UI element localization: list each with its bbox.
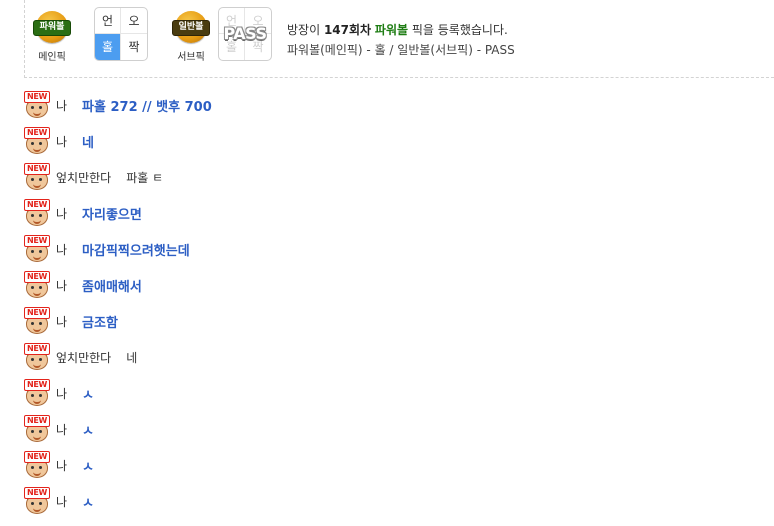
user-avatar-icon[interactable]: NEW <box>24 415 52 443</box>
user-avatar-icon[interactable]: NEW <box>24 199 52 227</box>
user-avatar-icon[interactable]: NEW <box>24 379 52 407</box>
chat-message: NEW 나 ㅅ <box>24 447 764 483</box>
main-grid-over: 오 <box>121 8 147 34</box>
chat-message-text: ㅅ <box>82 495 95 511</box>
chat-message-text: 좀애매해서 <box>82 279 142 295</box>
user-avatar-icon[interactable]: NEW <box>24 127 52 155</box>
chat-nickname[interactable]: 나 <box>56 385 67 402</box>
powerball-icon: 파워볼 <box>33 11 71 43</box>
chat-nickname[interactable]: 나 <box>56 205 67 222</box>
chat-nickname[interactable]: 나 <box>56 421 67 438</box>
user-avatar-icon[interactable]: NEW <box>24 343 52 371</box>
chat-message-text: 네 <box>82 135 95 151</box>
new-badge: NEW <box>24 343 51 355</box>
pick-game-name: 파워볼 <box>374 23 409 37</box>
user-avatar-icon[interactable]: NEW <box>24 91 52 119</box>
chat-nickname[interactable]: 나 <box>56 97 67 114</box>
chat-message: NEW 나 금조함 <box>24 303 764 339</box>
chat-message-text: 금조함 <box>82 315 118 331</box>
main-grid-under: 언 <box>95 8 121 34</box>
main-pick-grid: 언 오 홀 짝 <box>94 7 148 61</box>
new-badge: NEW <box>24 487 51 499</box>
pick-message-prefix: 방장이 <box>287 23 324 37</box>
chat-message-list: NEW 나 파홀 272 // 뱃후 700 NEW 나 네 NEW 엎치만한다 파홀 ㅌ NEW… <box>24 87 764 519</box>
chat-nickname[interactable]: 엎치만한다 <box>56 349 111 366</box>
chat-message: NEW 나 좀애매해서 <box>24 267 764 303</box>
new-badge: NEW <box>24 91 51 103</box>
new-badge: NEW <box>24 163 51 175</box>
chat-nickname[interactable]: 나 <box>56 457 67 474</box>
chat-message-text: 네 <box>126 350 138 365</box>
chat-message: NEW 엎치만한다 네 <box>24 339 764 375</box>
main-grid-odd-selected: 홀 <box>95 34 121 60</box>
chat-nickname[interactable]: 나 <box>56 133 67 150</box>
chat-message: NEW 나 ㅅ <box>24 375 764 411</box>
chat-nickname[interactable]: 엎치만한다 <box>56 169 111 186</box>
chat-message-text: 파홀 272 // 뱃후 700 <box>82 99 212 115</box>
chat-message-text: ㅅ <box>82 387 95 403</box>
pick-message-suffix: 픽을 등록했습니다. <box>408 23 508 37</box>
chat-message-text: 마감픽찍으려햇는데 <box>82 243 190 259</box>
chat-message: NEW 엎치만한다 파홀 ㅌ <box>24 159 764 195</box>
chat-message-text: ㅅ <box>82 459 95 475</box>
chat-message: NEW 나 마감픽찍으려햇는데 <box>24 231 764 267</box>
chat-nickname[interactable]: 나 <box>56 313 67 330</box>
chat-message: NEW 나 ㅅ <box>24 411 764 447</box>
pick-message-detail: 파워볼(메인픽) - 홀 / 일반볼(서브픽) - PASS <box>287 43 515 57</box>
new-badge: NEW <box>24 127 51 139</box>
user-avatar-icon[interactable]: NEW <box>24 271 52 299</box>
chat-message: NEW 나 자리좋으면 <box>24 195 764 231</box>
pick-round: 147회차 <box>323 23 372 37</box>
chat-message-text: 자리좋으면 <box>82 207 142 223</box>
pick-message: 방장이 147회차 파워볼 픽을 등록했습니다. 파워볼(메인픽) - 홀 / … <box>287 20 515 60</box>
user-avatar-icon[interactable]: NEW <box>24 307 52 335</box>
chat-nickname[interactable]: 나 <box>56 241 67 258</box>
main-pick-ball-label: 파워볼 <box>33 20 71 36</box>
new-badge: NEW <box>24 379 51 391</box>
chat-message: NEW 나 파홀 272 // 뱃후 700 <box>24 87 764 123</box>
normal-ball-icon: 일반볼 <box>172 11 210 43</box>
pass-stamp: PASS <box>223 24 267 43</box>
sub-pick-caption: 서브픽 <box>177 52 205 63</box>
pick-announcement-panel: 파워볼 메인픽 언 오 홀 짝 일반볼 서브픽 언 오 홀 짝 PASS 방장이… <box>24 0 774 78</box>
sub-pick-ball: 일반볼 서브픽 <box>166 8 216 63</box>
chat-window: 파워볼 메인픽 언 오 홀 짝 일반볼 서브픽 언 오 홀 짝 PASS 방장이… <box>0 0 774 526</box>
user-avatar-icon[interactable]: NEW <box>24 235 52 263</box>
main-grid-even: 짝 <box>128 40 140 54</box>
main-pick-ball: 파워볼 메인픽 <box>27 8 77 63</box>
new-badge: NEW <box>24 199 51 211</box>
sub-pick-grid: 언 오 홀 짝 PASS <box>218 7 272 61</box>
sub-pick-ball-label: 일반볼 <box>172 20 210 36</box>
chat-nickname[interactable]: 나 <box>56 277 67 294</box>
user-avatar-icon[interactable]: NEW <box>24 451 52 479</box>
main-pick-caption: 메인픽 <box>38 52 66 63</box>
new-badge: NEW <box>24 307 51 319</box>
new-badge: NEW <box>24 415 51 427</box>
user-avatar-icon[interactable]: NEW <box>24 163 52 191</box>
pick-message-headline: 방장이 147회차 파워볼 픽을 등록했습니다. <box>287 20 515 40</box>
new-badge: NEW <box>24 451 51 463</box>
user-avatar-icon[interactable]: NEW <box>24 487 52 515</box>
chat-message-text: 파홀 ㅌ <box>126 170 164 185</box>
chat-nickname[interactable]: 나 <box>56 493 67 510</box>
chat-message: NEW 나 네 <box>24 123 764 159</box>
new-badge: NEW <box>24 271 51 283</box>
chat-message-text: ㅅ <box>82 423 95 439</box>
chat-message: NEW 나 ㅅ <box>24 483 764 519</box>
new-badge: NEW <box>24 235 51 247</box>
